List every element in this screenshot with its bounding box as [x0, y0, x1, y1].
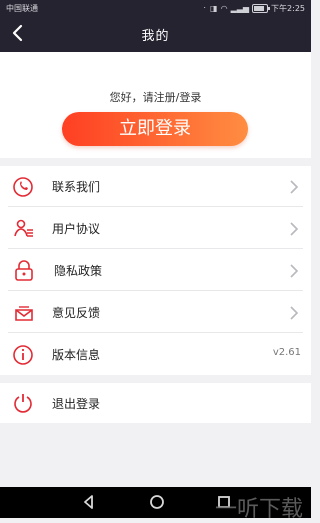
menu-label: 联系我们: [52, 180, 101, 194]
logout-row[interactable]: 退出登录: [0, 383, 311, 423]
chevron-right-icon: [290, 306, 299, 320]
title-bar: 我的: [0, 16, 311, 52]
menu-list: 联系我们 用户协议 隐私政策 意见反馈 版本信息 v2.61: [0, 166, 311, 375]
version-value: v2.61: [272, 347, 301, 358]
menu-label: 用户协议: [52, 222, 101, 236]
menu-item-contact-us[interactable]: 联系我们: [0, 166, 311, 207]
status-icons: ᛫ ◨ ◠ ▂▃▅ 下午2:25: [202, 3, 305, 14]
status-bar: 中国联通 ᛫ ◨ ◠ ▂▃▅ 下午2:25: [0, 0, 311, 16]
phone-icon: [13, 177, 33, 197]
bluetooth-icon: ᛫: [202, 4, 208, 13]
chevron-right-icon: [290, 180, 299, 194]
menu-label: 版本信息: [52, 348, 101, 362]
system-navigation-bar: 一听下载: [0, 487, 311, 522]
menu-label: 隐私政策: [54, 264, 103, 278]
power-icon: [14, 394, 32, 413]
user-agreement-icon: [14, 219, 33, 237]
login-button[interactable]: 立即登录: [62, 112, 248, 146]
signal-icon: ▂▃▅: [230, 4, 250, 13]
nav-home-icon[interactable]: [148, 493, 166, 511]
nav-back-icon[interactable]: [80, 493, 98, 511]
info-icon: [13, 345, 33, 365]
chevron-right-icon: [290, 222, 299, 236]
lock-icon: [15, 260, 33, 281]
login-panel: 您好，请注册/登录 立即登录: [0, 52, 311, 158]
menu-item-version-info[interactable]: 版本信息 v2.61: [0, 334, 311, 375]
carrier-name: 中国联通: [6, 4, 38, 13]
chevron-right-icon: [290, 264, 299, 278]
menu-item-feedback[interactable]: 意见反馈: [0, 292, 311, 333]
mail-icon: [15, 306, 33, 321]
watermark-text: 一听下载: [214, 497, 303, 522]
greeting-text: 您好，请注册/登录: [109, 91, 202, 104]
battery-icon: [252, 4, 271, 13]
menu-item-privacy-policy[interactable]: 隐私政策: [0, 250, 311, 291]
logout-label: 退出登录: [52, 397, 101, 411]
menu-item-user-agreement[interactable]: 用户协议: [0, 208, 311, 249]
status-time: 下午2:25: [271, 4, 305, 13]
page-title: 我的: [141, 29, 170, 44]
vibrate-icon: ◨: [210, 4, 218, 13]
wifi-icon: ◠: [220, 4, 228, 13]
menu-label: 意见反馈: [52, 306, 101, 320]
